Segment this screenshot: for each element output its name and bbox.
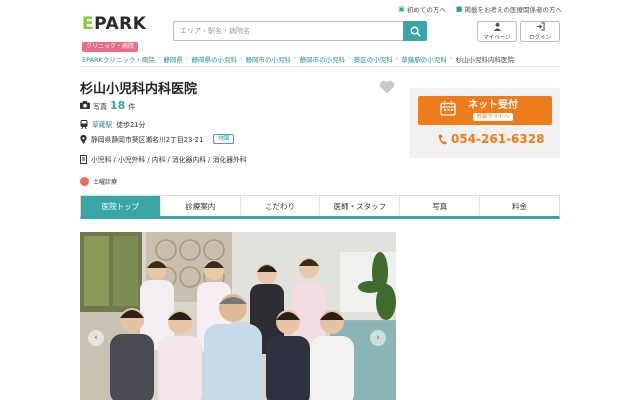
tab-features[interactable]: こだわり [241, 196, 321, 216]
logo-letters: PARK [94, 14, 147, 34]
epark-logo[interactable]: EPARK クリニック・病院 [82, 14, 146, 52]
photo-count[interactable]: 写真 18 件 [80, 99, 135, 112]
logo-subtitle: クリニック・病院 [82, 42, 138, 52]
document-icon [80, 154, 87, 164]
divider [80, 66, 560, 67]
clinic-tabs: 医院トップ 診療案内 こだわり 医師・スタッフ 写真 料金 [80, 195, 560, 219]
breadcrumb-current: 杉山小児科内科医院 [455, 56, 514, 64]
breadcrumb-item[interactable]: 静岡県の小児科 [191, 54, 237, 64]
breadcrumb-item[interactable]: 静岡市の小児科 [246, 54, 292, 64]
mypage-button[interactable]: マイページ [477, 21, 517, 42]
breadcrumb-separator: › [157, 54, 161, 62]
staff-photo-illustration [80, 232, 396, 400]
map-button[interactable]: 地図 [213, 134, 235, 144]
login-button[interactable]: ログイン [520, 21, 560, 42]
top-links: ▣ 初めての方へ ■ 掲載をお考えの医療関係者の方へ [398, 4, 562, 14]
pin-icon [80, 134, 87, 144]
search-bar [173, 21, 427, 41]
saturday-icon [80, 177, 89, 186]
tab-photos[interactable]: 写真 [400, 196, 481, 216]
breadcrumb-item[interactable]: EPARKクリニック・病院 [82, 54, 155, 64]
breadcrumb-separator: › [239, 54, 243, 62]
breadcrumb-item[interactable]: 葵区の小児科 [354, 54, 393, 64]
station-info: 草薙駅 徒歩21分 [80, 119, 145, 129]
phone-text: 054-261-6328 [451, 132, 545, 146]
address-text: 静岡県静岡市葵区瀬名川2丁目23-21 [91, 136, 204, 144]
tab-guide[interactable]: 診療案内 [161, 196, 241, 216]
chevron-right-icon: › [376, 333, 380, 343]
tab-fees[interactable]: 料金 [480, 196, 559, 216]
phone-number[interactable]: 054-261-6328 [438, 132, 544, 146]
breadcrumb: EPARKクリニック・病院 › 静岡県 › 静岡県の小児科 › 静岡市の小児科 › 静岡… [82, 54, 560, 64]
breadcrumb-separator: › [395, 54, 399, 62]
carousel-next-button[interactable]: › [370, 330, 386, 346]
departments-info: 小児科 / 小児外科 / 内科 / 消化器内科 / 消化器外科 [80, 154, 247, 164]
calendar-icon [440, 101, 456, 120]
station-walk: 徒歩21分 [116, 121, 146, 129]
beginner-link[interactable]: ▣ 初めての方へ [398, 4, 446, 14]
photo-label: 写真 [93, 103, 107, 111]
staff-photo: ‹ › [80, 232, 396, 400]
photo-unit: 件 [128, 103, 136, 111]
search-input[interactable] [173, 21, 403, 41]
photo-count-value: 18 [110, 99, 126, 112]
heart-icon [379, 80, 395, 94]
net-reserve-button[interactable]: ネット受付 外部サイトへ [418, 96, 552, 125]
page-title: 杉山小児科内科医院 [80, 82, 198, 97]
breadcrumb-item[interactable]: 静岡市の小児科 [300, 54, 346, 64]
tab-top[interactable]: 医院トップ [81, 196, 161, 216]
saturday-badge: 土曜診療 [80, 177, 117, 186]
chevron-left-icon: ‹ [94, 333, 98, 343]
address-info: 静岡県静岡市葵区瀬名川2丁目23-21 地図 [80, 134, 235, 144]
user-icon [493, 22, 502, 33]
breadcrumb-item[interactable]: 静岡県 [163, 54, 183, 64]
breadcrumb-separator: › [449, 54, 453, 62]
logo-letter-e: E [82, 14, 95, 34]
login-icon [536, 22, 545, 33]
search-button[interactable] [403, 21, 427, 41]
departments-text: 小児科 / 小児外科 / 内科 / 消化器内科 / 消化器外科 [91, 156, 247, 164]
net-reserve-label: ネット受付 [468, 100, 518, 111]
train-icon [80, 119, 88, 129]
phone-icon [438, 134, 447, 144]
station-link[interactable]: 草薙駅 [92, 119, 112, 129]
reservation-panel: ネット受付 外部サイトへ 054-261-6328 [410, 88, 560, 158]
tab-staff[interactable]: 医師・スタッフ [320, 196, 401, 216]
external-site-label: 外部サイトへ [473, 113, 513, 121]
breadcrumb-separator: › [348, 54, 351, 62]
breadcrumb-item[interactable]: 草薙駅の小児科 [401, 54, 447, 64]
breadcrumb-separator: › [185, 54, 189, 62]
hospital-icon: ■ [455, 5, 463, 13]
search-icon [410, 26, 421, 37]
book-icon: ▣ [398, 5, 405, 13]
saturday-label: 土曜診療 [93, 179, 118, 186]
breadcrumb-separator: › [294, 54, 297, 62]
medical-partner-link[interactable]: ■ 掲載をお考えの医療関係者の方へ [456, 4, 562, 14]
carousel-prev-button[interactable]: ‹ [88, 330, 104, 346]
camera-icon [80, 101, 90, 109]
favorite-button[interactable] [379, 79, 395, 98]
